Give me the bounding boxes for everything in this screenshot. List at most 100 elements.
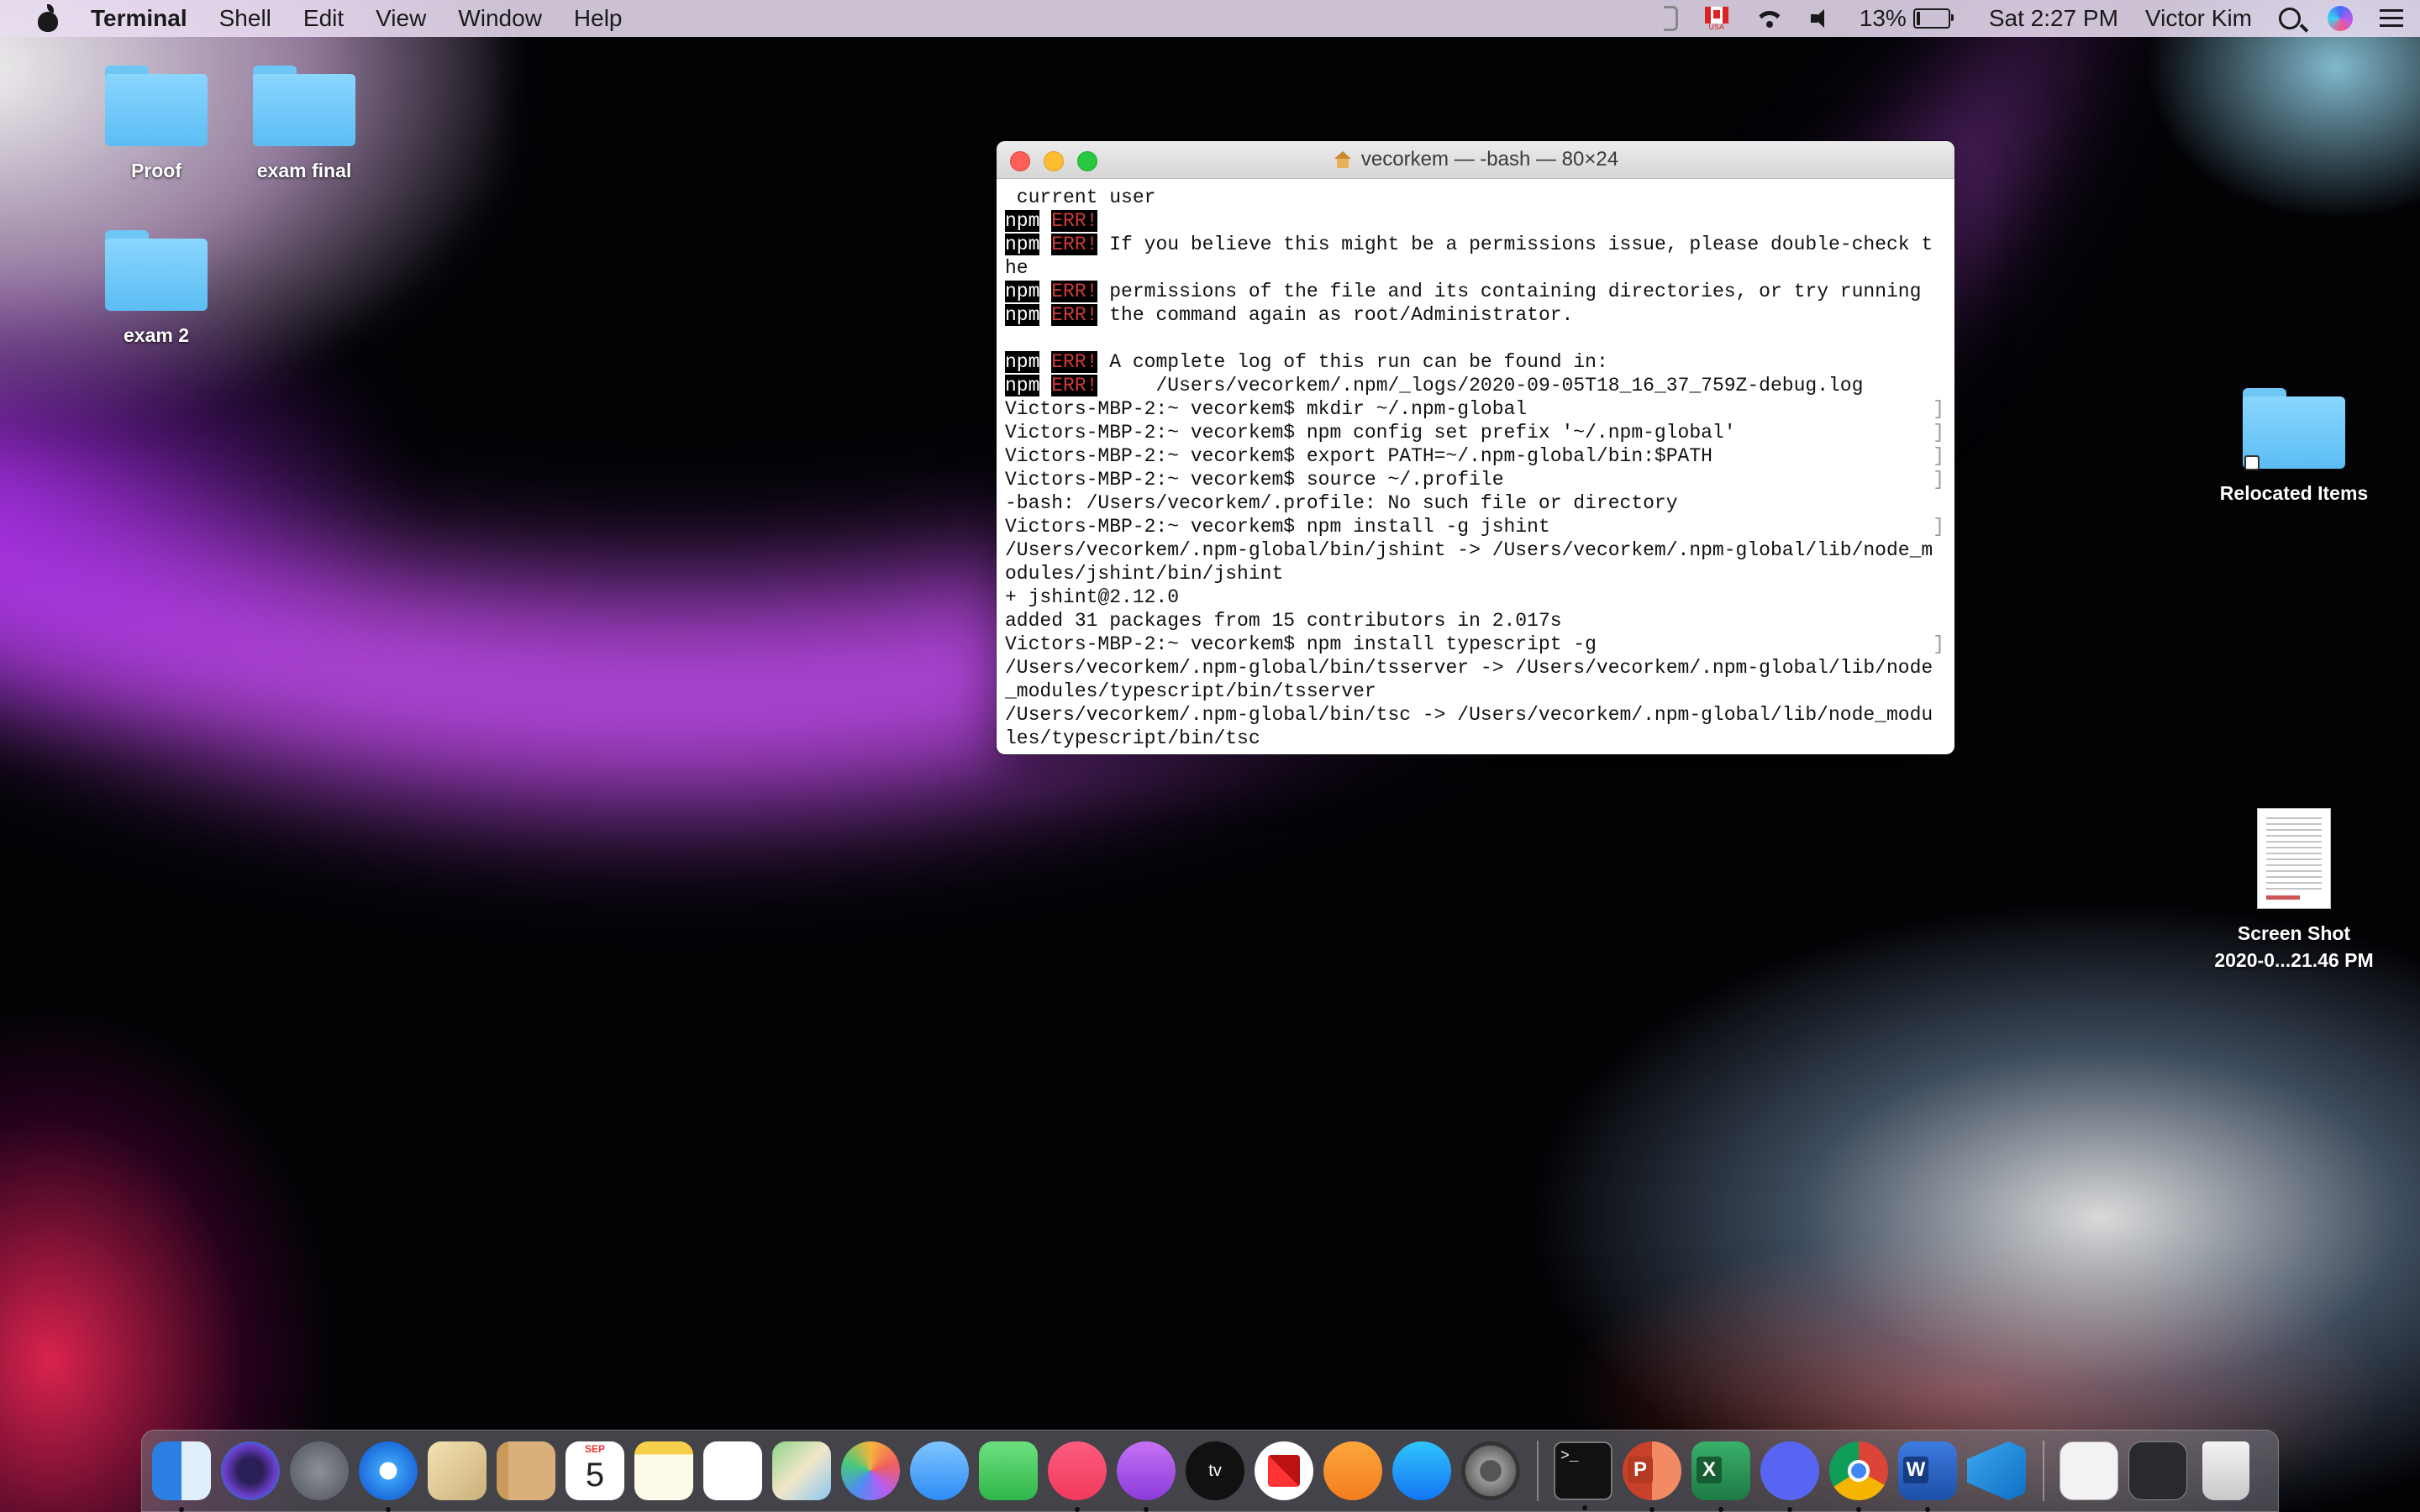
desktop-folder-exam-final[interactable]: exam final [220,66,388,183]
wifi-icon[interactable] [1755,8,1784,29]
terminal-prompt-label: >_ [1560,1448,1579,1465]
npm-tag: npm [1005,304,1040,326]
terminal-line: current user [1005,186,1946,209]
dock-separator [2043,1441,2044,1501]
running-indicator [1718,1507,1723,1512]
dock-excel-icon[interactable] [1691,1441,1750,1512]
desktop-screenshot-file[interactable]: Screen Shot 2020-0...21.46 PM [2193,808,2395,973]
desktop-icon-label: exam final [256,160,352,181]
desktop-folder-proof[interactable]: Proof [72,66,240,183]
terminal-line: Victors-MBP-2:~ vecorkem$ source ~/.prof… [1005,468,1946,491]
dock-vscode-icon[interactable] [1967,1441,2026,1500]
dock-notes-icon[interactable] [634,1441,693,1500]
terminal-line-text: added 31 packages from 15 contributors i… [1005,610,1562,632]
home-folder-icon [1333,151,1353,168]
npm-tag: npm [1005,234,1040,255]
dock-chrome-icon[interactable] [1829,1441,1888,1512]
bluetooth-icon[interactable] [1663,6,1678,31]
terminal-line-text: _modules/typescript/bin/tsserver [1005,680,1376,702]
dock-finder-icon[interactable] [152,1441,211,1512]
dock-mail-icon[interactable] [428,1441,487,1500]
dock-launchpad-icon[interactable] [290,1441,349,1500]
running-indicator [1994,1507,1999,1512]
terminal-line: Victors-MBP-2:~ vecorkem$ mkdir ~/.npm-g… [1005,397,1946,421]
dock-contacts-icon[interactable] [497,1441,555,1500]
terminal-window[interactable]: vecorkem — -bash — 80×24 current user npm… [997,141,1954,754]
desktop-folder-exam-2[interactable]: exam 2 [72,230,240,348]
notification-center-icon[interactable] [2380,9,2403,28]
battery-status[interactable]: 13% [1859,5,1954,32]
menu-view[interactable]: View [376,5,426,32]
dock-photos-icon[interactable] [841,1441,900,1500]
input-source-flag-icon[interactable]: USA [1704,6,1728,31]
dock-messages-icon[interactable] [910,1441,969,1500]
siri-menu-icon[interactable] [2328,6,2353,31]
close-button[interactable] [1010,151,1030,171]
dock-calendar-icon[interactable]: SEP 5 [566,1441,624,1500]
menu-window[interactable]: Window [458,5,542,32]
terminal-line-text: + jshint@2.12.0 [1005,586,1180,608]
desktop-icon-label: Proof [130,160,182,181]
terminal-line: les/typescript/bin/tsc [1005,727,1946,750]
screenshot-thumbnail-icon [2257,808,2331,909]
terminal-output[interactable]: current user npm ERR! npm ERR! If you beli… [997,179,1954,750]
user-name[interactable]: Victor Kim [2145,5,2252,32]
calendar-month: SEP [584,1443,605,1455]
window-titlebar[interactable]: vecorkem — -bash — 80×24 [997,141,1954,179]
dock-facetime-icon[interactable] [979,1441,1038,1500]
menu-help[interactable]: Help [574,5,623,32]
menu-edit[interactable]: Edit [303,5,344,32]
terminal-line-text: current user [1005,186,1156,208]
dock-safari-icon[interactable] [359,1441,418,1512]
clock[interactable]: Sat 2:27 PM [1989,5,2118,32]
err-tag: ERR! [1051,304,1098,326]
dock-trash-icon[interactable] [2202,1441,2249,1500]
dock-screenshots-stack-icon[interactable] [2128,1441,2187,1500]
dock-word-icon[interactable] [1898,1441,1957,1512]
terminal-line-text: Victors-MBP-2:~ vecorkem$ npm install -g… [1005,516,1550,538]
dock-podcasts-icon[interactable] [1117,1441,1176,1512]
err-tag: ERR! [1051,375,1098,396]
dock-music-icon[interactable] [1048,1441,1107,1512]
menu-app-name[interactable]: Terminal [91,5,187,32]
status-menus: USA 13% Sat 2:27 PM Victor Kim [1663,0,2420,37]
command-mark: ] [1933,633,1944,655]
dock-terminal-icon[interactable]: >_ [1554,1441,1612,1510]
desktop-folder-relocated-items[interactable]: Relocated Items [2210,388,2378,506]
dock-discord-icon[interactable] [1760,1441,1819,1512]
dock-reminders-icon[interactable] [703,1441,762,1500]
dock-books-icon[interactable] [1323,1441,1382,1500]
volume-icon[interactable] [1810,9,1833,28]
terminal-line: Victors-MBP-2:~ vecorkem$ export PATH=~/… [1005,444,1946,468]
minimize-button[interactable] [1044,151,1064,171]
terminal-line-text: /Users/vecorkem/.npm-global/bin/tsc -> /… [1005,704,1933,726]
err-tag: ERR! [1051,351,1098,373]
dock-news-icon[interactable] [1255,1441,1313,1500]
dock-documents-stack-icon[interactable] [2060,1441,2118,1500]
terminal-line: npm ERR! [1005,209,1946,233]
running-indicator [1787,1507,1792,1512]
terminal-line: npm ERR! the command again as root/Admin… [1005,303,1946,327]
dock-maps-icon[interactable] [772,1441,831,1500]
dock-system-preferences-icon[interactable] [1461,1441,1520,1500]
running-indicator [1075,1507,1080,1512]
dock-appstore-icon[interactable] [1392,1441,1451,1500]
menu-shell[interactable]: Shell [219,5,271,32]
window-title: vecorkem — -bash — 80×24 [1360,148,1619,171]
terminal-line: he [1005,256,1946,280]
dock-siri-icon[interactable] [221,1441,280,1500]
terminal-line: npm ERR! A complete log of this run can … [1005,350,1946,374]
terminal-line-text: Victors-MBP-2:~ vecorkem$ source ~/.prof… [1005,469,1504,491]
apple-menu-icon[interactable] [35,4,60,33]
dock-powerpoint-icon[interactable] [1623,1441,1681,1512]
dock-tv-icon[interactable]: tv [1186,1441,1244,1500]
err-tag: ERR! [1051,210,1098,232]
terminal-line: /Users/vecorkem/.npm-global/bin/tsserver… [1005,656,1946,680]
spotlight-search-icon[interactable] [2279,8,2301,29]
desktop-icon-label: exam 2 [123,324,189,346]
err-tag: ERR! [1051,234,1098,255]
terminal-line: Victors-MBP-2:~ vecorkem$ npm config set… [1005,421,1946,444]
zoom-button[interactable] [1077,151,1097,171]
battery-percent: 13% [1859,5,1907,31]
terminal-line-text: he [1005,257,1028,279]
